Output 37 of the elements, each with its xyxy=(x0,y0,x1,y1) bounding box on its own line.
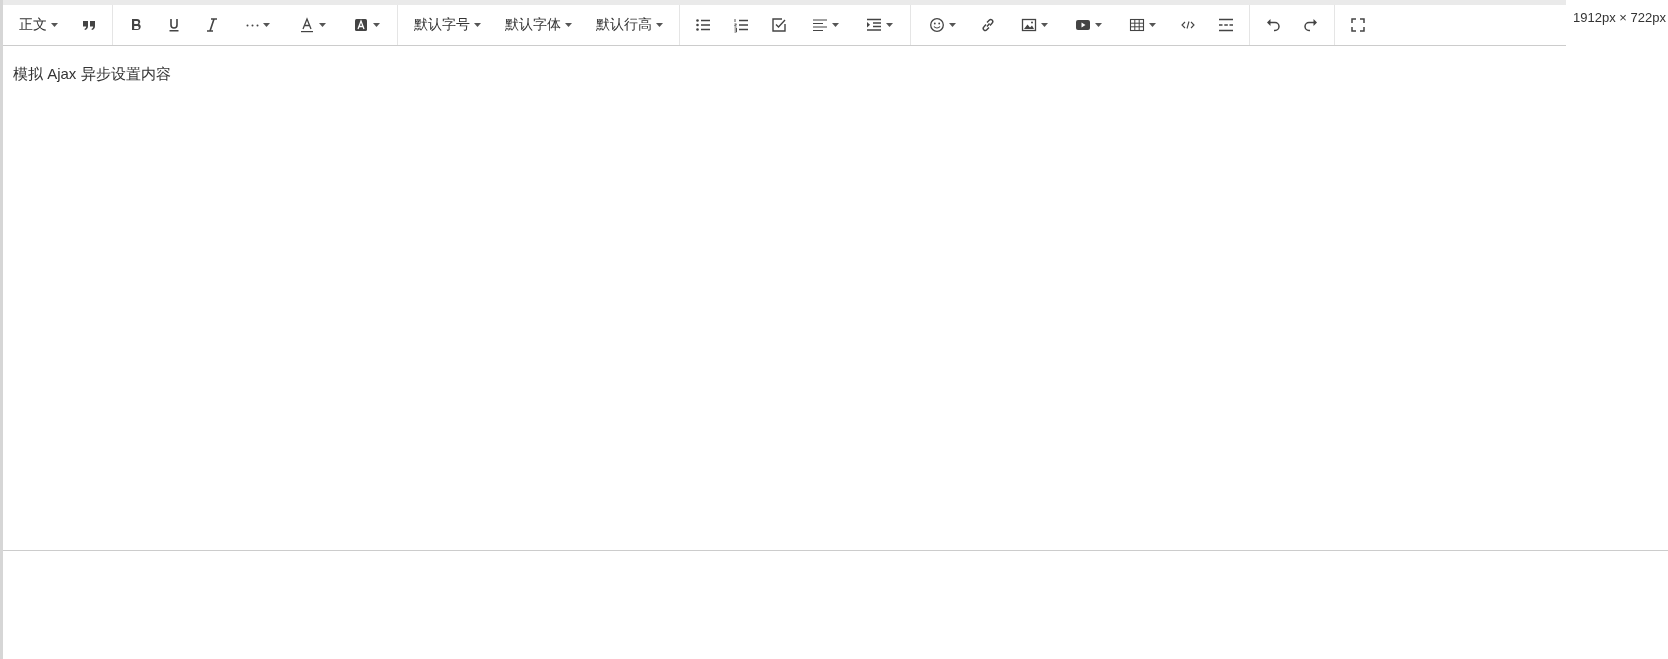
editor-text: 模拟 Ajax 异步设置内容 xyxy=(13,65,171,84)
divider-icon xyxy=(1218,17,1234,33)
redo-icon xyxy=(1303,17,1319,33)
numbered-list-icon xyxy=(733,17,749,33)
caret-icon xyxy=(474,23,481,27)
dropdown-button[interactable]: 默认字号 xyxy=(402,5,493,45)
caret-icon xyxy=(51,23,58,27)
bullet-list-icon xyxy=(695,17,711,33)
link-icon xyxy=(980,17,996,33)
indent-icon xyxy=(865,17,882,33)
dropdown-button[interactable]: 默认字体 xyxy=(493,5,584,45)
size-label: 1912px × 722px xyxy=(1571,10,1668,25)
caret-icon xyxy=(565,23,572,27)
caret-icon xyxy=(318,23,326,27)
image-icon xyxy=(1020,17,1037,33)
smiley-icon xyxy=(928,17,945,33)
highlight-icon xyxy=(352,17,369,33)
caret-icon xyxy=(656,23,663,27)
caret-icon xyxy=(885,23,893,27)
undo-icon xyxy=(1265,17,1281,33)
caret-icon xyxy=(948,23,956,27)
fullscreen-icon xyxy=(1350,17,1366,33)
caret-icon xyxy=(372,23,380,27)
dropdown-button[interactable]: 默认行高 xyxy=(584,5,675,45)
video-icon xyxy=(1074,17,1091,33)
dropdown-button[interactable]: 正文 xyxy=(7,5,70,45)
caret-icon xyxy=(263,23,270,27)
caret-icon xyxy=(1040,23,1048,27)
caret-icon xyxy=(831,23,839,27)
table-icon xyxy=(1128,17,1145,33)
caret-icon xyxy=(1148,23,1156,27)
align-left-icon xyxy=(811,17,828,33)
checkbox-icon xyxy=(771,17,787,33)
italic-icon xyxy=(204,17,220,33)
text-color-icon xyxy=(298,17,315,33)
caret-icon xyxy=(1094,23,1102,27)
more-icon xyxy=(246,23,259,27)
